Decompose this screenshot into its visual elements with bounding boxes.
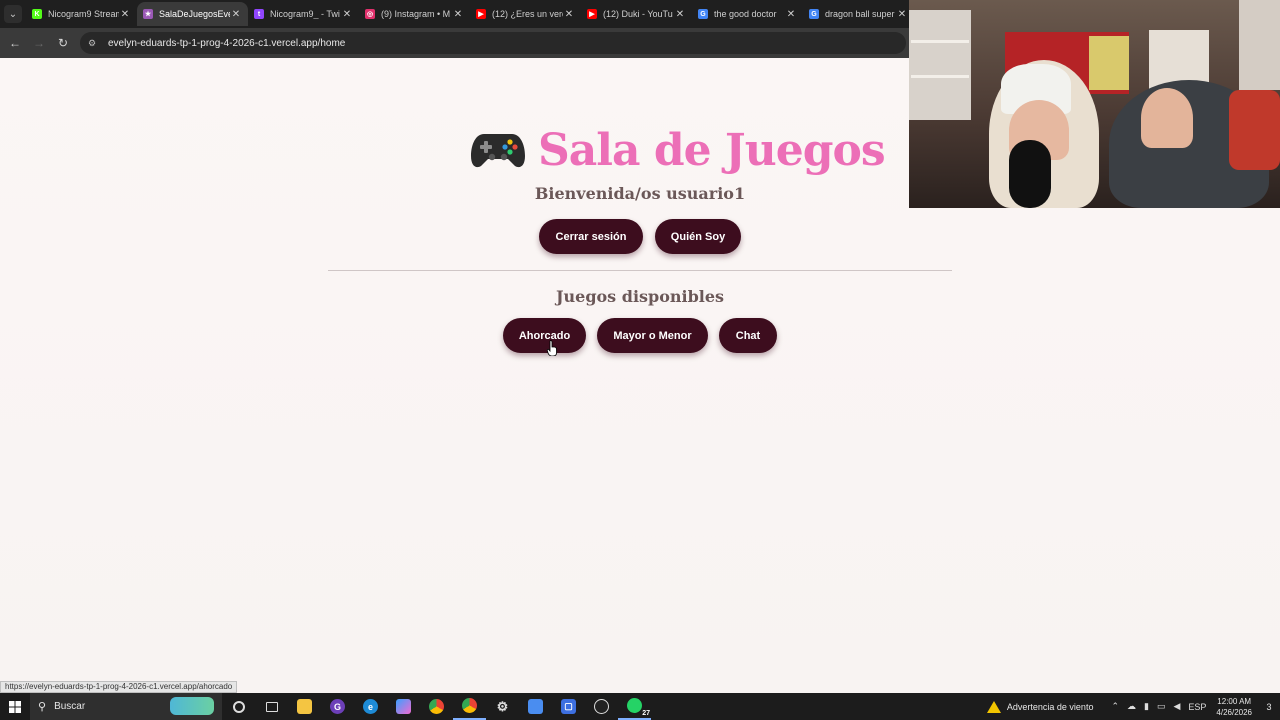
address-url: evelyn-eduards-tp-1-prog-4-2026-c1.verce…: [108, 37, 346, 49]
tab-close-icon[interactable]: ✕: [674, 9, 686, 20]
tab-label: (12) ¿Eres un verd: [492, 9, 563, 19]
game-button-ahorcado[interactable]: Ahorcado: [503, 318, 586, 353]
tab-label: the good doctor: [714, 9, 777, 19]
task-view-icon[interactable]: [255, 693, 288, 720]
browser-tab[interactable]: ★ SalaDeJuegosEvel ✕: [137, 2, 248, 26]
tab-close-icon[interactable]: ✕: [341, 9, 353, 20]
tab-favicon-icon: G: [698, 9, 708, 19]
volume-icon[interactable]: ◀: [1173, 701, 1180, 712]
tab-label: Nicogram9 Stream: [48, 9, 119, 19]
language-indicator[interactable]: ESP: [1188, 702, 1206, 712]
clock[interactable]: 12:00 AM 4/26/2026: [1216, 696, 1252, 718]
clock-time: 12:00 AM: [1217, 696, 1252, 706]
edge-icon[interactable]: e: [354, 693, 387, 720]
tab-favicon-icon: G: [809, 9, 819, 19]
section-divider: [328, 270, 952, 271]
link-preview-status: https://evelyn-eduards-tp-1-prog-4-2026-…: [0, 681, 238, 693]
tab-label: (12) Duki - YouTu: [603, 9, 673, 19]
weather-widget[interactable]: Advertencia de viento: [986, 700, 1094, 713]
network-icon[interactable]: ☁: [1127, 701, 1136, 712]
whatsapp-badge: 27: [642, 710, 650, 717]
notifications-icon[interactable]: 3: [1258, 697, 1280, 717]
tab-favicon-icon: ◎: [365, 9, 375, 19]
tab-label: dragon ball super: [825, 9, 895, 19]
copilot-icon[interactable]: [387, 693, 420, 720]
microphone-icon[interactable]: ▮: [1144, 701, 1149, 712]
tab-close-icon[interactable]: ✕: [896, 9, 908, 20]
browser-tab[interactable]: Gthe good doctor ✕: [692, 2, 803, 26]
tab-favicon-icon: t: [254, 9, 264, 19]
windows-start-icon[interactable]: [0, 693, 30, 720]
browser-tab[interactable]: ▶ (12) Duki - YouTu ✕: [581, 2, 692, 26]
store-icon[interactable]: [519, 693, 552, 720]
game-button-mayor-o-menor[interactable]: Mayor o Menor: [597, 318, 708, 353]
tab-close-icon[interactable]: ✕: [563, 9, 575, 20]
page-title: Sala de Juegos: [538, 124, 886, 176]
cortana-icon[interactable]: [222, 693, 255, 720]
chrome-profile-icon[interactable]: [453, 693, 486, 720]
address-bar[interactable]: ⚙ evelyn-eduards-tp-1-prog-4-2026-c1.ver…: [80, 32, 906, 54]
tab-favicon-icon: ★: [143, 9, 153, 19]
taskbar-search[interactable]: ⚲ Buscar: [30, 693, 222, 720]
forward-arrow-icon[interactable]: →: [30, 34, 48, 52]
display-icon[interactable]: ▭: [1157, 701, 1166, 712]
tab-close-icon[interactable]: ✕: [230, 9, 242, 20]
notification-count: 3: [1266, 701, 1272, 712]
gamepad-icon: [471, 134, 525, 168]
chrome-icon[interactable]: [420, 693, 453, 720]
back-arrow-icon[interactable]: ←: [6, 34, 24, 52]
tab-search-button[interactable]: ⌄: [4, 5, 22, 23]
chrome-alt-icon[interactable]: G: [321, 693, 354, 720]
tab-label: (9) Instagram • M: [381, 9, 451, 19]
tab-close-icon[interactable]: ✕: [452, 9, 464, 20]
browser-tab[interactable]: ▶ (12) ¿Eres un verd ✕: [470, 2, 581, 26]
about-me-button[interactable]: Quién Soy: [655, 219, 741, 254]
game-button-chat[interactable]: Chat: [719, 318, 777, 353]
app-icon[interactable]: ▢: [552, 693, 585, 720]
browser-tab[interactable]: t Nicogram9_ - Twi ✕: [248, 2, 359, 26]
chevron-up-icon[interactable]: ⌃: [1111, 701, 1119, 712]
browser-tab[interactable]: ◎ (9) Instagram • M ✕: [359, 2, 470, 26]
tab-close-icon[interactable]: ✕: [785, 9, 797, 20]
webcam-overlay: [909, 0, 1280, 208]
search-highlight-image: [170, 697, 214, 715]
tab-label: SalaDeJuegosEvel: [159, 9, 230, 19]
tab-favicon-icon: ▶: [476, 9, 486, 19]
taskbar-search-placeholder: Buscar: [54, 701, 86, 712]
hand-cursor-icon: [547, 340, 557, 356]
settings-icon[interactable]: ⚙: [486, 693, 519, 720]
warning-icon: [986, 700, 1001, 713]
file-explorer-icon[interactable]: [288, 693, 321, 720]
site-settings-icon[interactable]: ⚙: [88, 38, 102, 49]
whatsapp-icon[interactable]: 27: [618, 693, 651, 720]
logout-button[interactable]: Cerrar sesión: [539, 219, 643, 254]
tab-favicon-icon: ▶: [587, 9, 597, 19]
tab-favicon-icon: K: [32, 9, 42, 19]
search-icon: ⚲: [38, 701, 47, 713]
clock-date: 4/26/2026: [1216, 707, 1252, 717]
page-header: Sala de Juegos: [470, 120, 886, 180]
recording-app-icon[interactable]: [585, 693, 618, 720]
weather-text: Advertencia de viento: [1006, 701, 1094, 712]
reload-icon[interactable]: ↻: [54, 34, 72, 52]
system-tray: Advertencia de viento ⌃ ☁ ▮ ▭ ◀ ESP 12:0…: [986, 693, 1280, 720]
games-heading: Juegos disponibles: [555, 287, 725, 306]
tab-list: K Nicogram9 Stream ✕ ★ SalaDeJuegosEvel ✕ t Nic…: [26, 2, 914, 28]
taskbar: ⚲ Buscar G e ⚙ ▢ 27 Advertencia de vient…: [0, 693, 1280, 720]
tab-label: Nicogram9_ - Twi: [270, 9, 340, 19]
browser-tab[interactable]: K Nicogram9 Stream ✕: [26, 2, 137, 26]
tab-close-icon[interactable]: ✕: [119, 9, 131, 20]
browser-tab[interactable]: Gdragon ball super ✕: [803, 2, 914, 26]
